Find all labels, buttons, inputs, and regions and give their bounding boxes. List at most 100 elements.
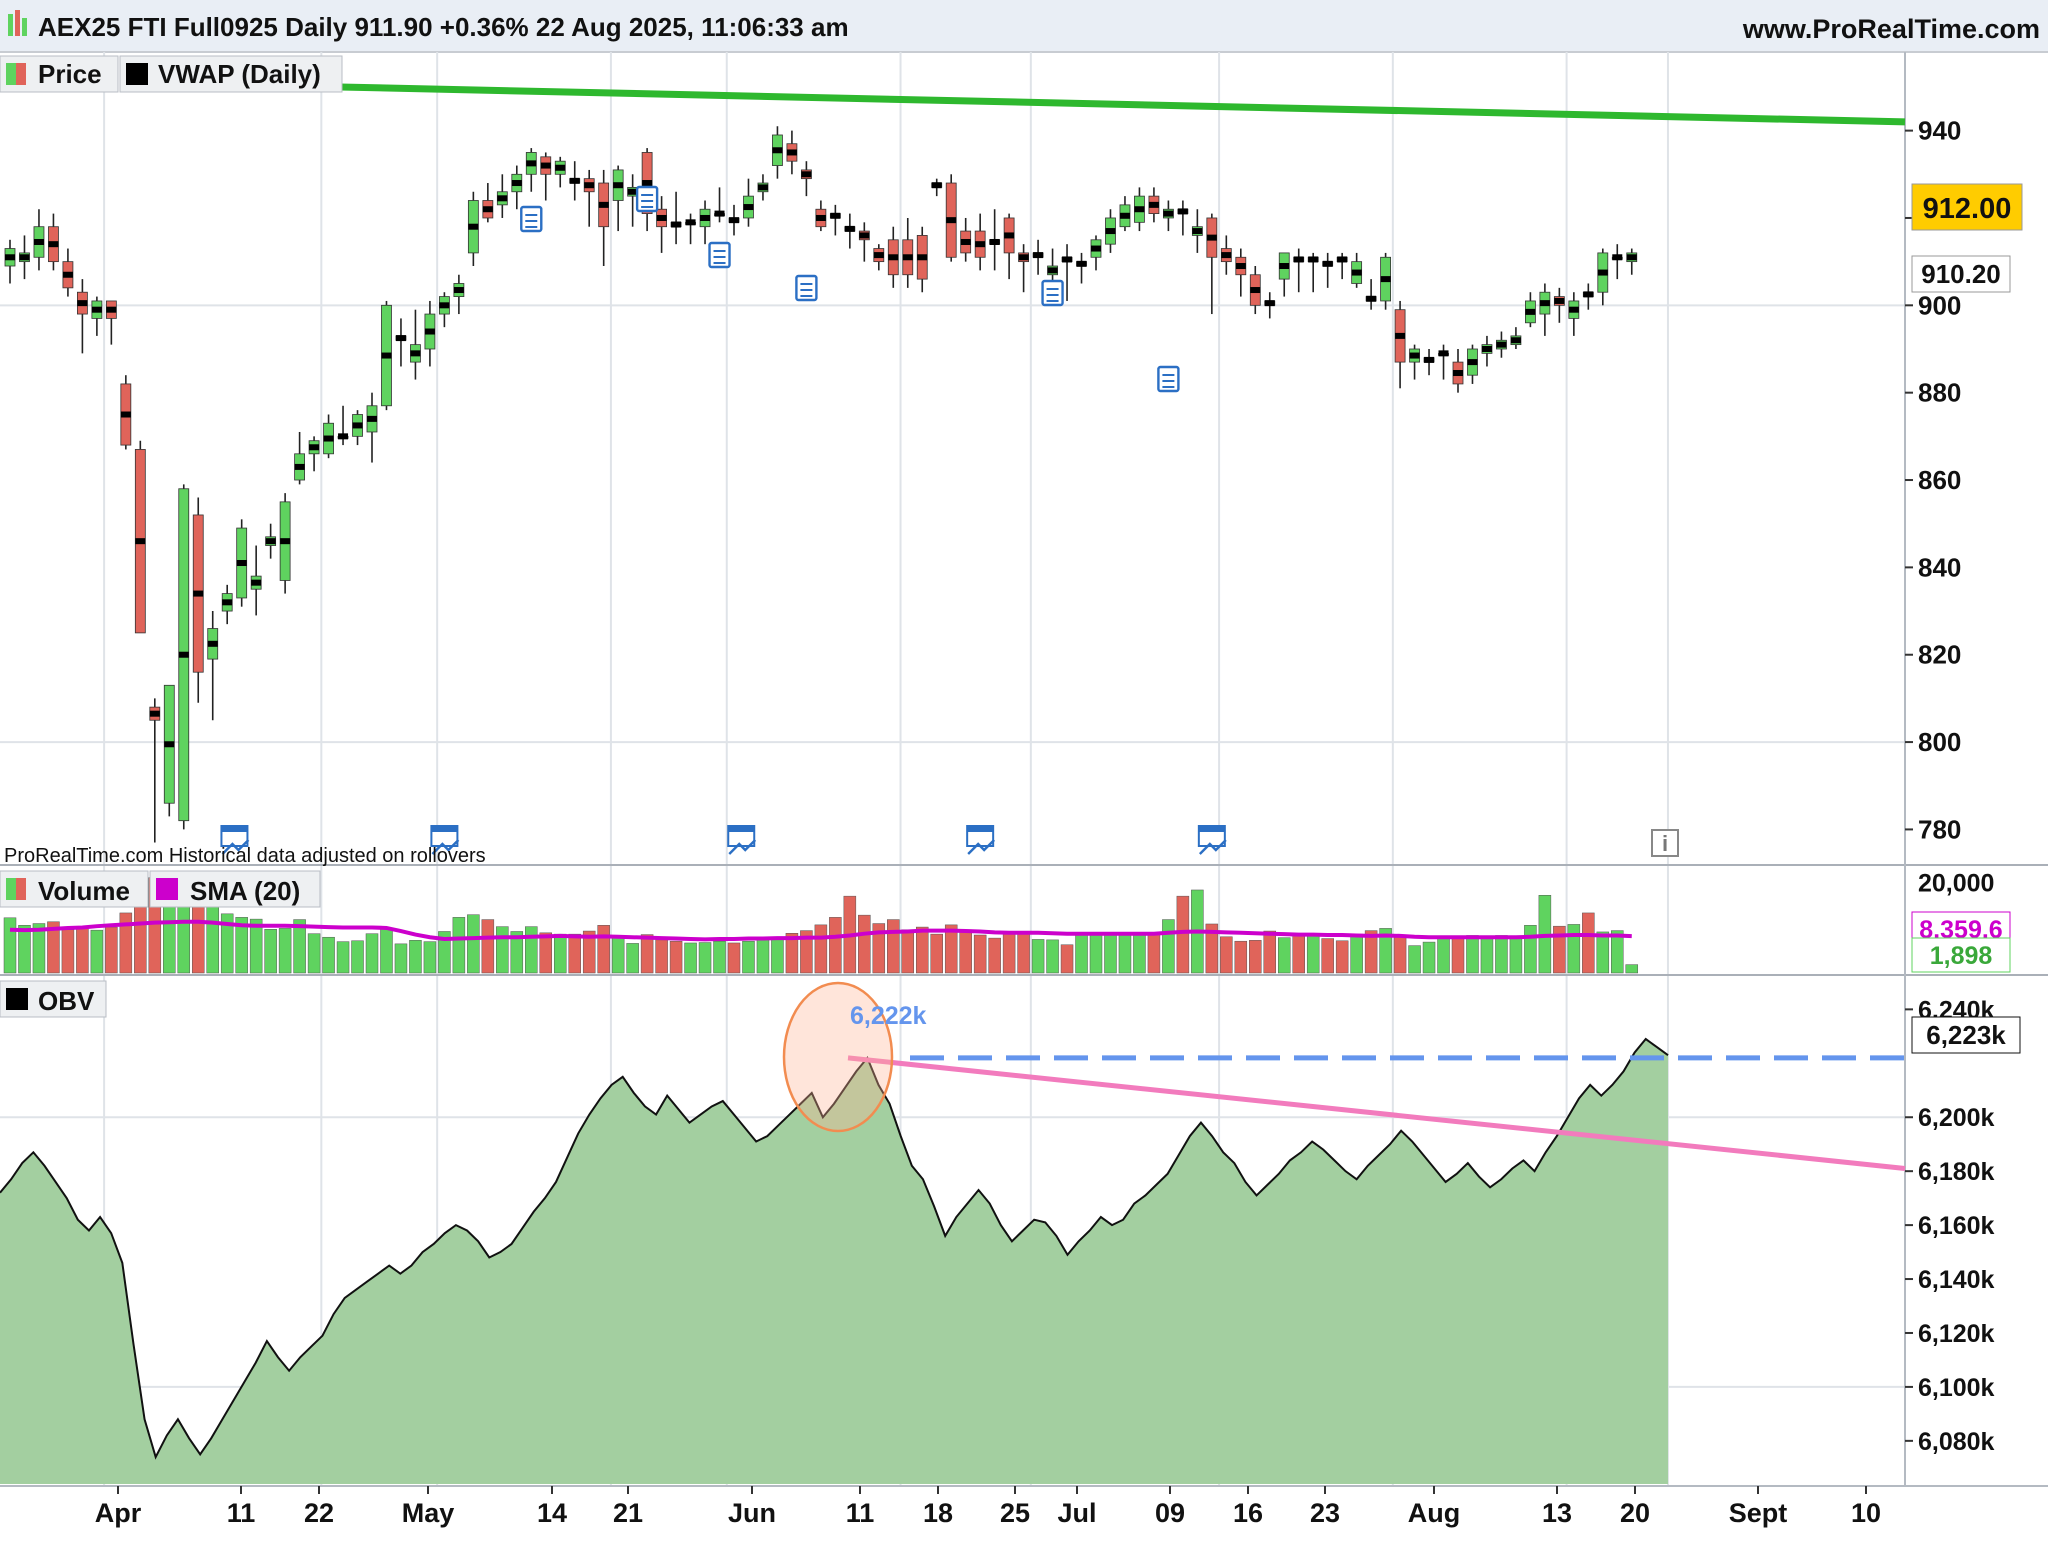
volume-bar <box>467 914 480 974</box>
legend-volume[interactable]: Volume <box>0 870 149 908</box>
info-icon[interactable]: i <box>1651 829 1679 857</box>
volume-bar <box>698 942 712 974</box>
candle <box>120 375 132 450</box>
vwap-marker <box>48 241 59 248</box>
vwap-marker <box>1105 228 1116 235</box>
vwap-marker <box>5 254 15 261</box>
vwap-marker <box>772 147 783 154</box>
time-tick-label: 21 <box>613 1498 643 1528</box>
vwap-marker <box>700 214 711 221</box>
vwap-marker <box>395 335 406 342</box>
obv-tick-label: 6,080k <box>1918 1428 1995 1456</box>
vwap-marker <box>1467 359 1478 366</box>
vwap-marker <box>1351 269 1362 276</box>
candle <box>163 684 175 817</box>
volume-bar <box>1321 938 1334 974</box>
site-link[interactable]: www.ProRealTime.com <box>1742 14 2040 44</box>
legend-sma[interactable]: SMA (20) <box>149 870 321 908</box>
volume-bar <box>887 919 900 974</box>
vwap-marker <box>888 254 899 261</box>
calendar-top <box>967 826 994 832</box>
news-icon[interactable] <box>795 274 818 302</box>
vwap-marker <box>280 538 291 545</box>
volume-axis: 20,000 <box>1918 870 1994 898</box>
vwap-marker <box>1583 291 1594 298</box>
news-icon[interactable] <box>1157 365 1180 393</box>
obv-tick-label: 6,160k <box>1918 1212 1995 1240</box>
candle <box>192 497 204 703</box>
volume-bar <box>336 941 350 974</box>
time-tick-label: Apr <box>95 1498 142 1528</box>
obv-value: 6,223k <box>1926 1020 2006 1050</box>
legend-price[interactable]: Price <box>0 55 119 93</box>
volume-bar <box>901 929 915 974</box>
vwap-marker <box>164 741 175 748</box>
volume-bar <box>61 929 75 974</box>
volume-bar <box>988 937 1001 974</box>
legend-obv[interactable]: OBV <box>0 980 107 1018</box>
volume-bar <box>1524 925 1537 974</box>
vwap-marker <box>236 560 247 567</box>
legend-vwap[interactable]: VWAP (Daily) <box>119 55 343 93</box>
price-tick-label: 780 <box>1918 814 1961 844</box>
vwap-marker <box>859 232 870 239</box>
news-icon[interactable] <box>520 205 543 233</box>
vwap-marker <box>1134 206 1145 213</box>
last-price-badge: 912.00 <box>1911 183 2023 231</box>
price-tick-label: 940 <box>1918 116 1961 146</box>
obv-tick-label: 6,140k <box>1918 1266 1995 1294</box>
volume-bar <box>1437 937 1450 974</box>
time-tick-label: 11 <box>846 1498 875 1528</box>
legend-obv-label: OBV <box>38 986 95 1016</box>
volume-bar <box>1133 932 1146 974</box>
vwap-marker <box>19 254 30 261</box>
volume-bar <box>829 917 842 974</box>
chart-root: 6,222k 940920900880860840820800780 20,00… <box>0 0 2048 1536</box>
news-icon[interactable] <box>1041 279 1064 307</box>
volume-bar <box>1104 934 1117 974</box>
vwap-marker <box>120 411 131 418</box>
volume-bar <box>713 940 726 974</box>
vwap-marker <box>251 579 262 586</box>
volume-bar <box>611 936 625 974</box>
vwap-marker <box>1322 260 1333 267</box>
volume-bar <box>18 925 31 974</box>
vwap-marker <box>149 710 160 717</box>
vwap-marker <box>1409 352 1420 359</box>
time-tick-label: 18 <box>923 1498 953 1528</box>
vwap-marker <box>352 422 363 429</box>
volume-bar <box>669 940 683 974</box>
vwap-marker <box>367 415 377 422</box>
vwap-marker <box>482 206 493 213</box>
news-icon[interactable] <box>708 241 731 269</box>
volume-bar <box>264 929 277 974</box>
time-tick-label: Sept <box>1729 1498 1788 1528</box>
price-tick-label: 840 <box>1918 552 1961 582</box>
news-icon[interactable] <box>635 185 659 213</box>
volume-bar <box>1480 936 1494 974</box>
candle <box>236 519 248 607</box>
volume-bar <box>727 942 741 974</box>
volume-bar <box>640 934 654 974</box>
chart-title: AEX25 FTI Full0925 Daily 911.90 +0.36% 2… <box>38 12 849 42</box>
volume-bar <box>858 914 871 974</box>
volume-bar <box>3 917 17 974</box>
vwap-marker <box>1366 295 1377 302</box>
time-tick-label: 23 <box>1310 1498 1340 1528</box>
vwap-marker <box>975 241 986 248</box>
price-tick-label: 880 <box>1918 378 1961 408</box>
candle <box>381 300 392 411</box>
volume-bar <box>1046 939 1059 974</box>
vwap-marker <box>815 214 826 221</box>
vwap-marker <box>1250 287 1261 294</box>
volume-bar <box>553 933 567 974</box>
volume-bar <box>1422 941 1436 974</box>
volume-bar <box>1553 925 1566 974</box>
volume-bar <box>322 936 335 974</box>
volume-bar <box>1277 937 1291 974</box>
volume-bar <box>380 929 393 974</box>
vwap-marker <box>106 306 117 313</box>
time-tick-label: 09 <box>1155 1498 1185 1528</box>
volume-bar <box>105 926 118 974</box>
vwap-marker <box>1597 269 1608 276</box>
